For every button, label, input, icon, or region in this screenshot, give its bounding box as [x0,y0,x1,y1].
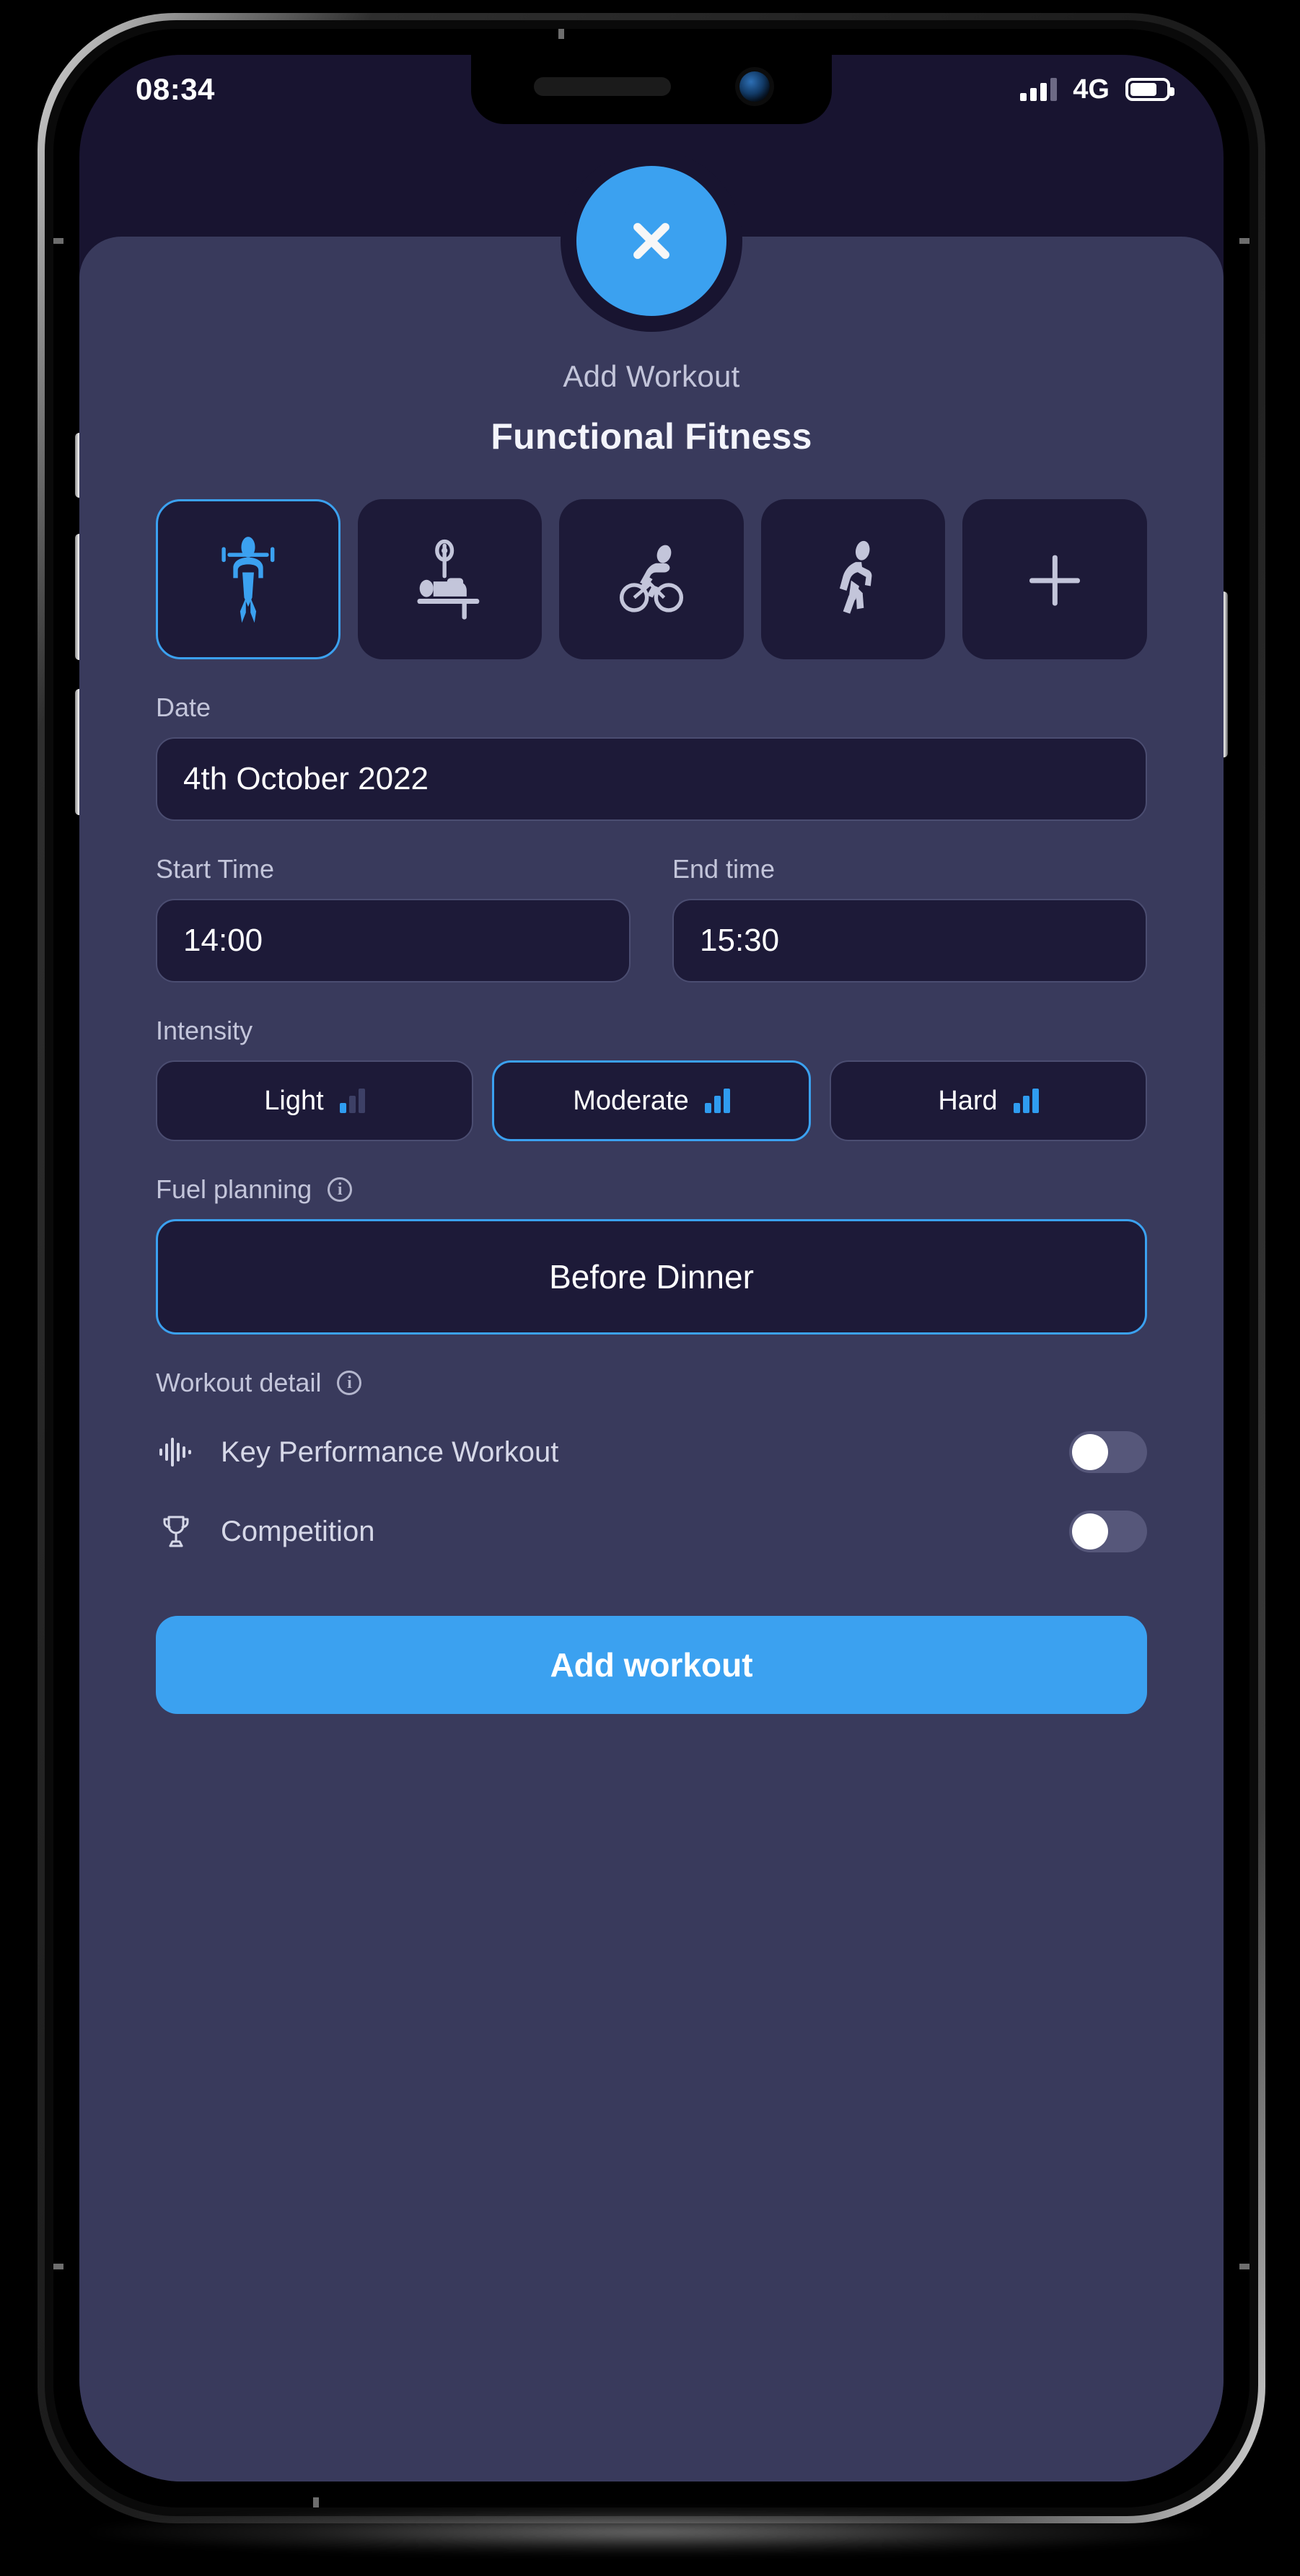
device-notch [471,55,832,124]
fuel-planning-value: Before Dinner [549,1258,754,1296]
intensity-option-light[interactable]: Light [156,1060,473,1141]
antenna-line [558,29,564,39]
add-workout-button[interactable]: Add workout [156,1616,1147,1714]
competition-label: Competition [221,1515,375,1547]
toggle-knob [1072,1513,1108,1549]
end-time-group: End time 15:30 [672,821,1147,983]
add-workout-button-label: Add workout [550,1646,753,1684]
screenshot-stage: 08:34 4G Add Workout Functional Fitness … [0,0,1300,2576]
end-time-label: End time [672,854,1147,884]
trophy-icon [156,1513,196,1550]
antenna-line [53,2264,63,2269]
fuel-planning-label-text: Fuel planning [156,1174,312,1204]
key-performance-workout-row: Key Performance Workout [156,1412,1147,1492]
intensity-bars-icon [1013,1089,1039,1113]
toggle-knob [1072,1434,1108,1470]
phone-body: 08:34 4G Add Workout Functional Fitness … [53,29,1250,2507]
intensity-light-label: Light [264,1085,324,1116]
workout-detail-label-text: Workout detail [156,1368,322,1397]
activity-running[interactable] [760,499,946,659]
status-time: 08:34 [136,72,215,106]
earpiece-speaker-icon [533,77,671,96]
time-fields-row: Start Time 14:00 End time 15:30 [156,821,1147,983]
activity-cycling[interactable] [559,499,744,659]
antenna-line [1239,238,1250,244]
date-label-text: Date [156,693,211,722]
workout-detail-label: Workout detail i [156,1368,1147,1398]
antenna-line [1239,2264,1250,2269]
add-workout-sheet: Add Workout Functional Fitness Date 4th … [79,237,1224,2482]
phone-screen: 08:34 4G Add Workout Functional Fitness … [79,55,1224,2482]
intensity-moderate-label: Moderate [573,1085,689,1116]
start-time-value: 14:00 [183,923,263,958]
runner-icon [839,540,872,614]
status-indicators: 4G [1020,74,1174,105]
activity-functional-fitness[interactable] [156,499,341,659]
date-value: 4th October 2022 [183,761,429,796]
info-circle-icon[interactable]: i [328,1177,353,1202]
activity-add-new[interactable] [962,499,1147,659]
competition-toggle[interactable] [1069,1511,1147,1552]
plus-icon [1029,555,1081,606]
intensity-label-text: Intensity [156,1016,253,1045]
activity-weight-training[interactable] [357,499,543,659]
intensity-bars-icon [704,1089,730,1113]
device-shadow [87,2508,1213,2556]
phone-outer-frame: 08:34 4G Add Workout Functional Fitness … [38,13,1265,2523]
intensity-selector: Light Moderate Hard [156,1060,1147,1141]
battery-icon [1125,78,1174,101]
start-time-input[interactable]: 14:00 [156,899,631,983]
front-camera-icon [739,71,770,102]
competition-row: Competition [156,1492,1147,1571]
start-time-group: Start Time 14:00 [156,821,631,983]
key-performance-workout-toggle[interactable] [1069,1431,1147,1473]
cyclist-icon [619,545,684,612]
intensity-hard-label: Hard [938,1085,998,1116]
end-time-label-text: End time [672,854,776,884]
info-circle-icon[interactable]: i [337,1371,362,1395]
end-time-input[interactable]: 15:30 [672,899,1147,983]
close-x-icon [633,223,669,259]
activity-type-selector [156,499,1147,659]
sheet-subtitle: Add Workout [563,359,740,393]
intensity-bars-icon [339,1089,365,1113]
pull-up-figure-icon [221,537,275,623]
bench-press-icon [417,539,480,620]
fuel-planning-select[interactable]: Before Dinner [156,1219,1147,1335]
phone-inner-frame: 08:34 4G Add Workout Functional Fitness … [45,20,1258,2516]
key-performance-workout-label: Key Performance Workout [221,1436,559,1468]
close-button[interactable] [576,166,726,316]
start-time-label: Start Time [156,854,631,884]
intensity-option-moderate[interactable]: Moderate [492,1060,811,1141]
fuel-planning-label: Fuel planning i [156,1174,1147,1205]
start-time-label-text: Start Time [156,854,275,884]
date-input[interactable]: 4th October 2022 [156,737,1147,821]
signal-bars-icon [1020,78,1058,101]
network-type-label: 4G [1073,74,1110,105]
page-title: Functional Fitness [491,416,812,457]
sheet-content: Add Workout Functional Fitness Date 4th … [79,237,1224,2482]
end-time-value: 15:30 [700,923,780,958]
intensity-label: Intensity [156,1016,1147,1046]
date-label: Date [156,693,1147,723]
antenna-line [53,238,63,244]
intensity-option-hard[interactable]: Hard [830,1060,1147,1141]
antenna-line [313,2497,319,2507]
waveform-icon [156,1433,196,1471]
